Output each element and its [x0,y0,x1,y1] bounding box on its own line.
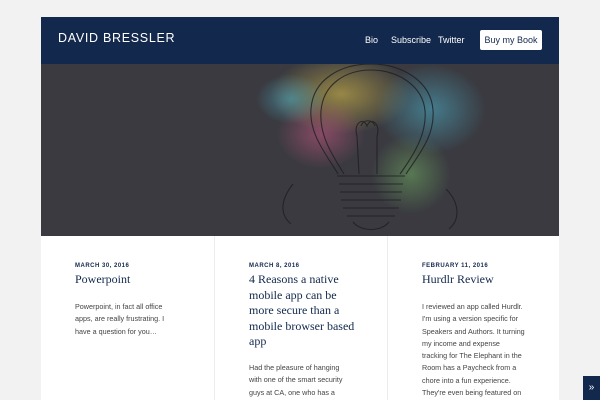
post-grid: MARCH 30, 2016 Powerpoint Powerpoint, in… [41,236,559,400]
post-excerpt: Powerpoint, in fact all office apps, are… [75,302,165,336]
hero-image [41,64,559,236]
post-card[interactable]: FEBRUARY 11, 2016 Hurdlr Review I review… [387,236,559,400]
post-date: FEBRUARY 11, 2016 [422,263,489,269]
double-chevron-right-icon: » [588,382,595,393]
post-card[interactable]: MARCH 8, 2016 4 Reasons a native mobile … [214,236,387,400]
buy-book-button[interactable]: Buy my Book [480,30,542,50]
site-container: DAVID BRESSLER Bio Subscribe Twitter Buy… [41,17,559,400]
nav-twitter-link[interactable]: Twitter [438,35,465,45]
site-header: DAVID BRESSLER Bio Subscribe Twitter Buy… [41,17,559,64]
nav-bio-link[interactable]: Bio [365,35,378,45]
lightbulb-illustration [41,64,559,236]
post-title-link[interactable]: 4 Reasons a native mobile app can be mor… [249,272,361,350]
next-arrow-button[interactable]: » [583,376,600,400]
post-title-link[interactable]: Powerpoint [75,272,187,288]
nav-subscribe-link[interactable]: Subscribe [391,35,431,45]
post-date: MARCH 8, 2016 [249,263,300,269]
post-card[interactable]: MARCH 30, 2016 Powerpoint Powerpoint, in… [41,236,213,400]
post-date: MARCH 30, 2016 [75,263,130,269]
post-excerpt: I reviewed an app called Hurdlr. I'm usi… [422,302,525,398]
post-title-link[interactable]: Hurdlr Review [422,272,534,288]
site-title-link[interactable]: DAVID BRESSLER [58,31,175,45]
post-excerpt: Had the pleasure of hanging with one of … [249,363,343,400]
